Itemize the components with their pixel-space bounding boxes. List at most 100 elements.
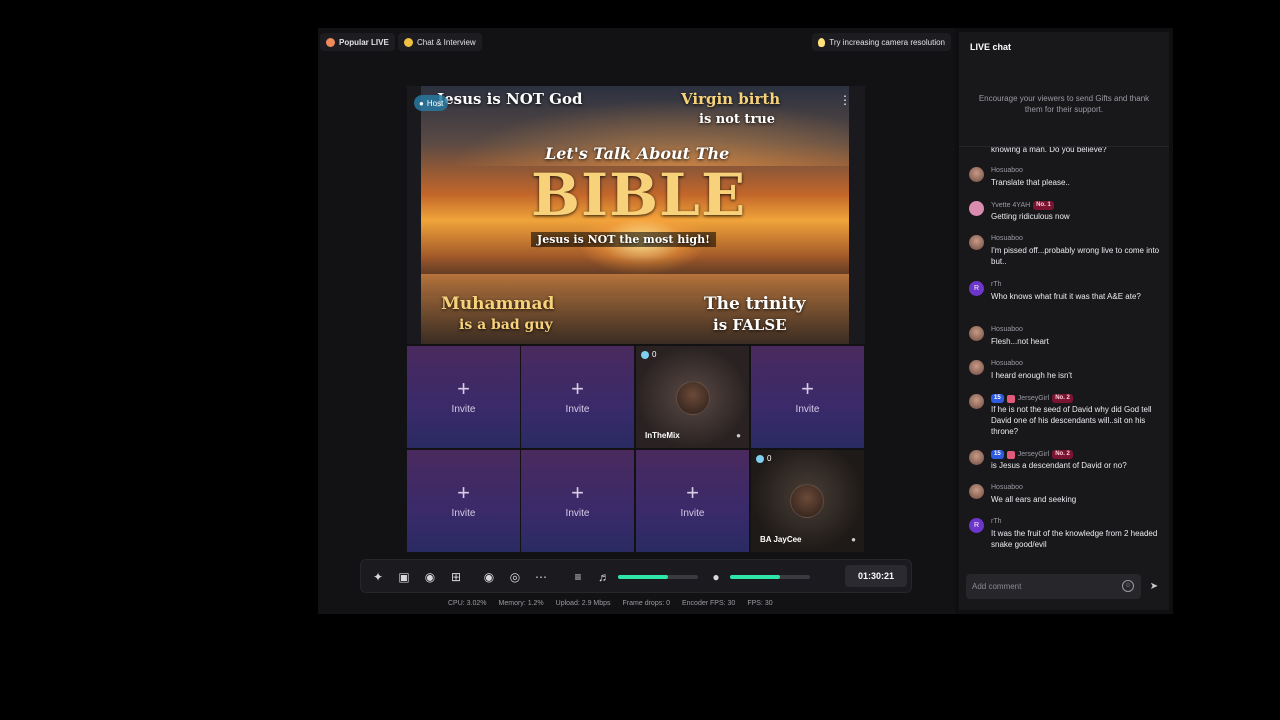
message-text: Translate that please.. (991, 178, 1070, 187)
message-text: knowing a man. Do you believe? (991, 147, 1107, 154)
username[interactable]: rTh (991, 281, 1002, 288)
record-icon[interactable]: ◉ (481, 569, 497, 585)
memory-stat: Memory: 1.2% (498, 600, 544, 607)
message-text: Who knows what fruit it was that A&E ate… (991, 292, 1141, 301)
hero-bottom-right-2: is FALSE (713, 316, 787, 334)
viewer-count-value: 0 (767, 454, 772, 463)
send-icon[interactable]: ➤ (1148, 581, 1160, 593)
username-text: Hosuaboo (991, 326, 1023, 333)
avatar[interactable] (969, 360, 984, 375)
capture-icon[interactable]: ◎ (507, 569, 523, 585)
level-badge: 15 (991, 394, 1004, 403)
more-options-icon[interactable]: ⋮ (839, 94, 851, 106)
viewer-count: 0 (641, 350, 656, 359)
host-label: Host (426, 98, 444, 108)
host-video[interactable]: Jesus is NOT God Virgin birth is not tru… (407, 86, 865, 344)
rank-badge: No. 2 (1052, 394, 1073, 403)
fan-heart-icon (1006, 394, 1015, 403)
message-text: It was the fruit of the knowledge from 2… (991, 529, 1158, 549)
invite-label: Invite (451, 404, 476, 415)
cpu-stat: CPU: 3.02% (448, 600, 487, 607)
invite-label: Invite (565, 508, 590, 519)
username[interactable]: 15 JerseyGirl No. 2 (991, 394, 1073, 403)
username[interactable]: 15 JerseyGirl No. 2 (991, 450, 1073, 459)
avatar[interactable] (969, 235, 984, 250)
hero-line-top-left: Jesus is NOT God (437, 90, 583, 108)
host-badge: ● Host (414, 95, 449, 111)
invite-slot-1[interactable]: + Invite (407, 346, 520, 448)
layout-icon[interactable]: ▣ (396, 569, 412, 585)
invite-slot-6[interactable]: + Invite (636, 450, 749, 552)
avatar[interactable]: R (969, 281, 984, 296)
username-text: rTh (991, 518, 1002, 525)
message-text: I heard enough he isn't (991, 371, 1073, 380)
camera-tip[interactable]: Try increasing camera resolution (812, 33, 951, 51)
avatar[interactable] (969, 394, 984, 409)
hero-bottom-left-1: Muhammad (441, 294, 555, 314)
rank-badge: No. 2 (1052, 450, 1073, 459)
plus-icon: + (571, 480, 584, 505)
mic-fill (730, 575, 780, 579)
microphone-icon[interactable]: ● (708, 569, 724, 585)
mic-slider[interactable] (730, 575, 810, 579)
avatar[interactable]: R (969, 518, 984, 533)
avatar[interactable] (969, 450, 984, 465)
chat-messages[interactable]: knowing a man. Do you believe? Hosuaboo … (959, 147, 1169, 567)
username[interactable]: Hosuaboo (991, 360, 1023, 367)
encoder-fps-stat: Encoder FPS: 30 (682, 600, 736, 607)
username[interactable]: Hosuaboo (991, 326, 1023, 333)
username[interactable]: Hosuaboo (991, 167, 1023, 174)
invite-label: Invite (795, 404, 820, 415)
invite-slot-3[interactable]: + Invite (751, 346, 864, 448)
plus-icon: + (457, 376, 470, 401)
broadcast-toolbar: ✦ ▣ ◉ ⊞ ◉ ◎ ⋯ ≡ ♬ ● 01:30:21 (360, 559, 912, 593)
username-text: JerseyGirl (1017, 451, 1050, 458)
volume-slider[interactable] (618, 575, 698, 579)
avatar[interactable] (969, 201, 984, 216)
hero-subtitle: Jesus is NOT the most high! (531, 232, 716, 247)
hero-title-2: BIBLE (531, 161, 747, 229)
guest-tile-ba-jaycee[interactable]: 0 BA JayCee ● (751, 450, 864, 552)
ai-icon[interactable]: ◉ (422, 569, 438, 585)
frame-drops-stat: Frame drops: 0 (622, 600, 670, 607)
username[interactable]: Yvette 4YAH No. 1 (991, 201, 1054, 210)
invite-label: Invite (565, 404, 590, 415)
message-text: Getting ridiculous now (991, 212, 1070, 221)
invite-slot-5[interactable]: + Invite (521, 450, 634, 552)
comment-input[interactable] (966, 574, 1141, 599)
mic-icon[interactable]: ● (736, 431, 741, 440)
username[interactable]: Hosuaboo (991, 235, 1023, 242)
invite-slot-2[interactable]: + Invite (521, 346, 634, 448)
settings-sliders-icon[interactable]: ≡ (570, 569, 586, 585)
username-text: Hosuaboo (991, 484, 1023, 491)
chat-interview-tab[interactable]: Chat & Interview (398, 33, 482, 51)
add-source-icon[interactable]: ⊞ (448, 569, 464, 585)
avatar[interactable] (969, 484, 984, 499)
volume-fill (618, 575, 668, 579)
invite-slot-4[interactable]: + Invite (407, 450, 520, 552)
chat-hint: Encourage your viewers to send Gifts and… (978, 94, 1150, 114)
fps-stat: FPS: 30 (747, 600, 773, 607)
magic-wand-icon[interactable]: ✦ (370, 569, 386, 585)
top-bar: Popular LIVE Chat & Interview Try increa… (318, 31, 955, 53)
username[interactable]: Hosuaboo (991, 484, 1023, 491)
avatar[interactable] (969, 326, 984, 341)
popular-live-tab[interactable]: Popular LIVE (320, 33, 395, 51)
stream-stats: CPU: 3.02% Memory: 1.2% Upload: 2.9 Mbps… (448, 600, 773, 607)
guest-tile-inthemix[interactable]: 0 InTheMix ● (636, 346, 749, 448)
avatar[interactable] (969, 167, 984, 182)
username[interactable]: rTh (991, 518, 1002, 525)
username-text: Yvette 4YAH (991, 202, 1031, 209)
more-icon[interactable]: ⋯ (533, 569, 549, 585)
guest-grid: + Invite + Invite 0 InTheMix ● + Invite … (407, 346, 865, 552)
mic-icon[interactable]: ● (851, 535, 856, 544)
plus-icon: + (801, 376, 814, 401)
guest-name: BA JayCee (760, 535, 802, 544)
chat-interview-label: Chat & Interview (417, 37, 476, 47)
speaker-icon[interactable]: ♬ (596, 569, 612, 585)
main-panel: Popular LIVE Chat & Interview Try increa… (318, 28, 955, 614)
username-text: Hosuaboo (991, 360, 1023, 367)
fan-heart-icon (1006, 450, 1015, 459)
plus-icon: + (571, 376, 584, 401)
emoji-icon[interactable]: ☺ (1122, 580, 1134, 592)
